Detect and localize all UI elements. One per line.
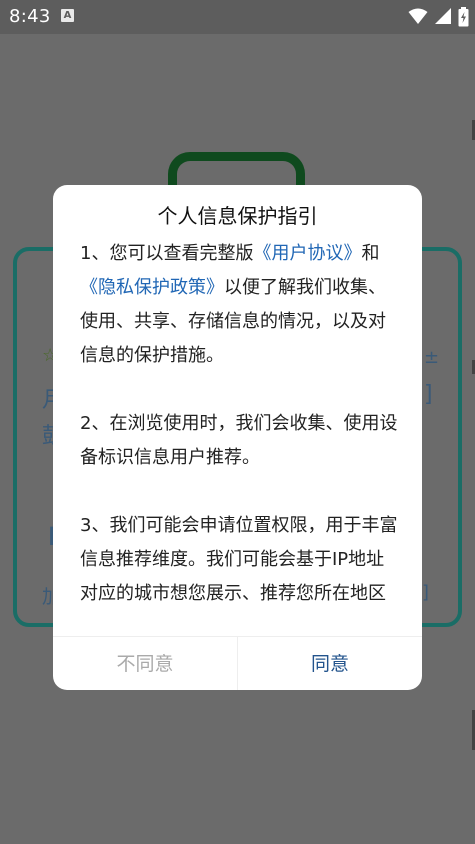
status-bar: 8:43 A <box>0 0 475 34</box>
status-time: 8:43 <box>9 6 51 27</box>
dialog-body-scroll[interactable]: 1、您可以查看完整版《用户协议》和《隐私保护政策》以便了解我们收集、使用、共享、… <box>80 237 400 609</box>
user-agreement-link[interactable]: 《用户协议》 <box>253 243 361 264</box>
section-3: 3、我们可能会申请位置权限，用于丰富信息推荐维度。我们可能会基于IP地址对应的城… <box>80 515 398 604</box>
background-text-fragment: ± <box>424 347 440 368</box>
background-text-fragment: ] <box>422 582 430 603</box>
signal-icon <box>435 8 451 24</box>
a-badge-icon: A <box>61 9 74 22</box>
privacy-policy-link[interactable]: 《隐私保护政策》 <box>80 277 224 298</box>
privacy-dialog: 个人信息保护指引 1、您可以查看完整版《用户协议》和《隐私保护政策》以便了解我们… <box>53 185 422 690</box>
agree-button[interactable]: 同意 <box>238 637 422 690</box>
status-icons <box>402 7 469 27</box>
section-1: 1、您可以查看完整版《用户协议》和《隐私保护政策》以便了解我们收集、使用、共享、… <box>80 237 400 373</box>
dialog-title: 个人信息保护指引 <box>157 204 318 228</box>
section-2: 2、在浏览使用时，我们会收集、使用设备标识信息用户推荐。 <box>80 413 398 468</box>
section-1-and: 和 <box>361 243 380 264</box>
battery-charging-icon <box>458 7 469 27</box>
wifi-icon <box>408 8 428 24</box>
disagree-button[interactable]: 不同意 <box>53 637 238 690</box>
dialog-footer: 不同意 同意 <box>53 636 422 690</box>
background-text-fragment: ] <box>424 382 433 407</box>
section-1-prefix: 1、您可以查看完整版 <box>80 243 254 264</box>
